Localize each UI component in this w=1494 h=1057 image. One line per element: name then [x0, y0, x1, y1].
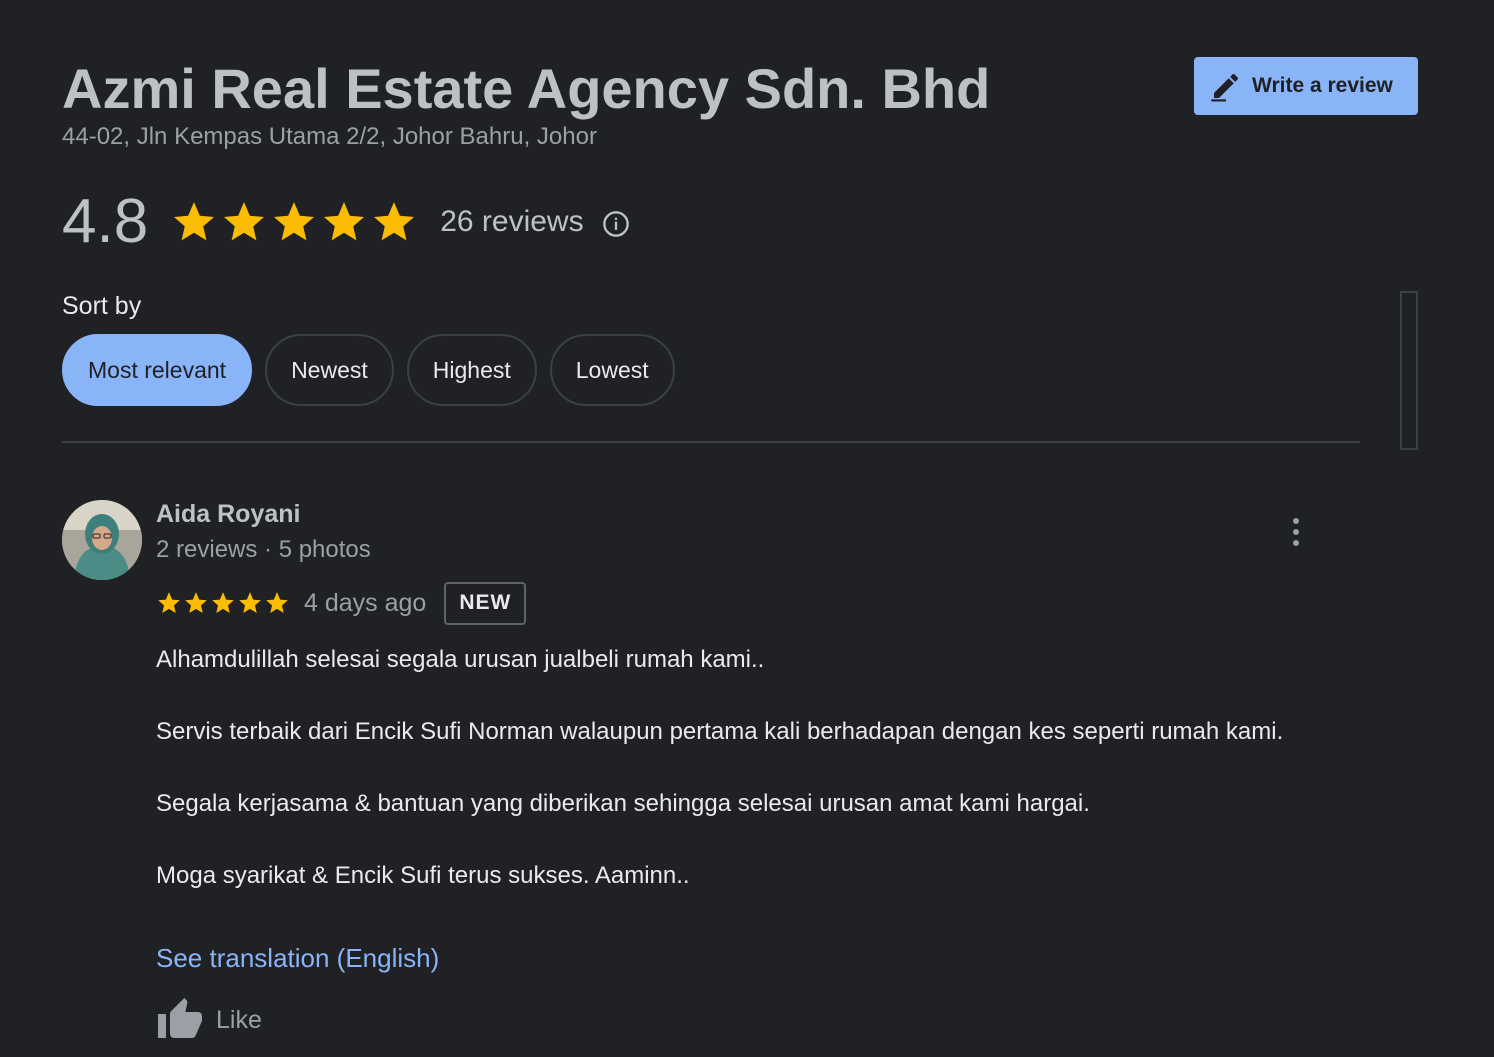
- review-paragraph: Alhamdulillah selesai segala urusan jual…: [156, 646, 765, 673]
- divider: [62, 441, 1360, 443]
- place-address: 44-02, Jln Kempas Utama 2/2, Johor Bahru…: [62, 123, 597, 150]
- new-badge: NEW: [444, 581, 527, 625]
- sort-chip-lowest[interactable]: Lowest: [549, 334, 675, 406]
- scrollbar[interactable]: [1400, 291, 1418, 450]
- review-paragraph: Moga syarikat & Encik Sufi terus sukses.…: [156, 862, 690, 889]
- review-paragraph: Segala kerjasama & bantuan yang diberika…: [156, 790, 1090, 817]
- see-translation-link[interactable]: See translation (English): [156, 943, 439, 974]
- more-vert-icon: [1293, 518, 1299, 524]
- write-review-label: Write a review: [1252, 74, 1393, 97]
- like-label: Like: [216, 1005, 262, 1034]
- more-options-button[interactable]: [1280, 512, 1312, 552]
- reviewer-name[interactable]: Aida Royani: [156, 500, 300, 529]
- star-icon: [158, 592, 180, 613]
- review-stars: [156, 590, 290, 616]
- star-icon: [239, 592, 261, 613]
- star-icon: [174, 202, 215, 241]
- reviewer-meta: 2 reviews · 5 photos: [156, 536, 371, 563]
- star-icon: [266, 592, 288, 613]
- info-icon[interactable]: [602, 210, 630, 238]
- review-text: Alhamdulillah selesai segala urusan jual…: [156, 642, 1336, 894]
- star-icon: [185, 592, 207, 613]
- sort-chip-newest[interactable]: Newest: [265, 334, 394, 406]
- avatar[interactable]: [62, 500, 142, 580]
- thumbs-up-icon: [158, 998, 202, 1038]
- rating-summary: 4.8 26 reviews: [62, 182, 630, 262]
- sort-chip-most-relevant[interactable]: Most relevant: [62, 334, 253, 406]
- sort-chip-highest[interactable]: Highest: [406, 334, 537, 406]
- review-paragraph: Servis terbaik dari Encik Sufi Norman wa…: [156, 718, 1284, 745]
- write-review-button[interactable]: Write a review: [1194, 57, 1418, 115]
- rating-stars: [170, 198, 418, 246]
- average-rating: 4.8: [62, 187, 149, 256]
- sort-options: Most relevant Newest Highest Lowest: [62, 334, 675, 406]
- star-icon: [374, 202, 415, 241]
- sort-by-label: Sort by: [62, 292, 142, 320]
- review-count: 26 reviews: [440, 205, 584, 238]
- star-icon: [224, 202, 265, 241]
- star-icon: [212, 592, 234, 613]
- like-button[interactable]: Like: [156, 996, 262, 1044]
- star-icon: [324, 202, 365, 241]
- review-rating-row: 4 days ago NEW: [156, 581, 527, 625]
- pencil-icon: [1211, 73, 1239, 102]
- star-icon: [274, 202, 315, 241]
- place-title: Azmi Real Estate Agency Sdn. Bhd: [62, 57, 991, 120]
- review-date: 4 days ago: [304, 588, 427, 617]
- reviews-panel: Azmi Real Estate Agency Sdn. Bhd 44-02, …: [0, 0, 1494, 1057]
